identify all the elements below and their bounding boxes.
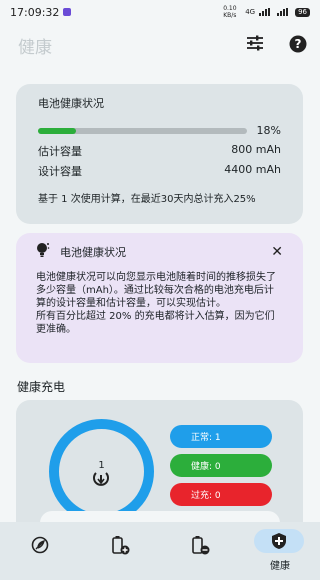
info-card-title: 电池健康状况 bbox=[60, 246, 126, 259]
notification-icon bbox=[63, 8, 72, 16]
design-capacity-label: 设计容量 bbox=[38, 165, 82, 178]
info-card-header: 电池健康状况 ✕ bbox=[36, 242, 283, 262]
design-capacity-row: 设计容量 4400 mAh bbox=[38, 163, 281, 179]
normal-charge-pill: 正常: 1 bbox=[170, 425, 272, 448]
status-bar: 17:09:32 0.10 KB/s 4G 96 bbox=[0, 0, 320, 24]
nav-label-health: 健康 bbox=[270, 561, 290, 572]
healthy-charge-pill: 健康: 0 bbox=[170, 454, 272, 477]
estimated-capacity-row: 估计容量 800 mAh bbox=[38, 143, 281, 159]
design-capacity-value: 4400 mAh bbox=[224, 163, 281, 176]
status-indicators: 0.10 KB/s 4G 96 bbox=[223, 5, 310, 19]
health-progress-bar bbox=[38, 127, 247, 134]
overcharge-label: 过充: 0 bbox=[191, 491, 221, 501]
close-icon[interactable]: ✕ bbox=[271, 245, 283, 259]
healthy-charging-title: 健康充电 bbox=[17, 380, 66, 394]
net-speed: 0.10 KB/s bbox=[223, 5, 237, 19]
estimated-capacity-label: 估计容量 bbox=[38, 145, 82, 158]
charge-total-count: 1 bbox=[98, 460, 105, 471]
nav-item-discharge[interactable] bbox=[160, 522, 240, 580]
bottom-nav: 健康 bbox=[0, 522, 320, 580]
nav-item-health[interactable]: 健康 bbox=[240, 522, 320, 580]
battery-minus-icon bbox=[190, 535, 210, 559]
charge-ring: 1 bbox=[49, 419, 154, 524]
health-percent: 18% bbox=[256, 124, 281, 137]
page-title: 健康 bbox=[18, 38, 52, 58]
nav-item-leaf[interactable] bbox=[0, 522, 80, 580]
estimated-capacity-value: 800 mAh bbox=[231, 143, 281, 156]
help-icon[interactable]: ? bbox=[289, 35, 307, 57]
battery-health-card: 电池健康状况 18% 估计容量 800 mAh 设计容量 4400 mAh 基于… bbox=[16, 84, 303, 224]
leaf-icon bbox=[31, 536, 49, 558]
svg-text:?: ? bbox=[295, 37, 302, 51]
shield-icon bbox=[271, 532, 287, 554]
battery-plus-icon bbox=[110, 535, 130, 559]
usage-note: 基于 1 次使用计算，在最近30天内总计充入25% bbox=[38, 194, 256, 205]
info-card: 电池健康状况 ✕ 电池健康状况可以向您显示电池随着时间的推移损失了多少容量（mA… bbox=[16, 233, 303, 363]
signal-icon bbox=[259, 8, 273, 16]
battery-indicator: 96 bbox=[295, 7, 310, 17]
battery-health-title: 电池健康状况 bbox=[38, 97, 104, 110]
overcharge-pill: 过充: 0 bbox=[170, 483, 272, 506]
nav-item-charge[interactable] bbox=[80, 522, 160, 580]
status-time: 17:09:32 bbox=[10, 5, 60, 19]
health-progress-row: 18% bbox=[38, 124, 281, 137]
signal-icon-2 bbox=[277, 8, 291, 16]
lightbulb-icon bbox=[36, 242, 50, 262]
sliders-icon[interactable] bbox=[246, 35, 264, 55]
net-type: 4G bbox=[245, 8, 256, 16]
healthy-charge-label: 健康: 0 bbox=[191, 462, 221, 472]
health-progress-fill bbox=[38, 127, 76, 134]
normal-charge-label: 正常: 1 bbox=[191, 433, 221, 443]
info-card-body: 电池健康状况可以向您显示电池随着时间的推移损失了多少容量（mAh）。通过比较每次… bbox=[36, 272, 276, 335]
plug-icon bbox=[92, 471, 110, 491]
